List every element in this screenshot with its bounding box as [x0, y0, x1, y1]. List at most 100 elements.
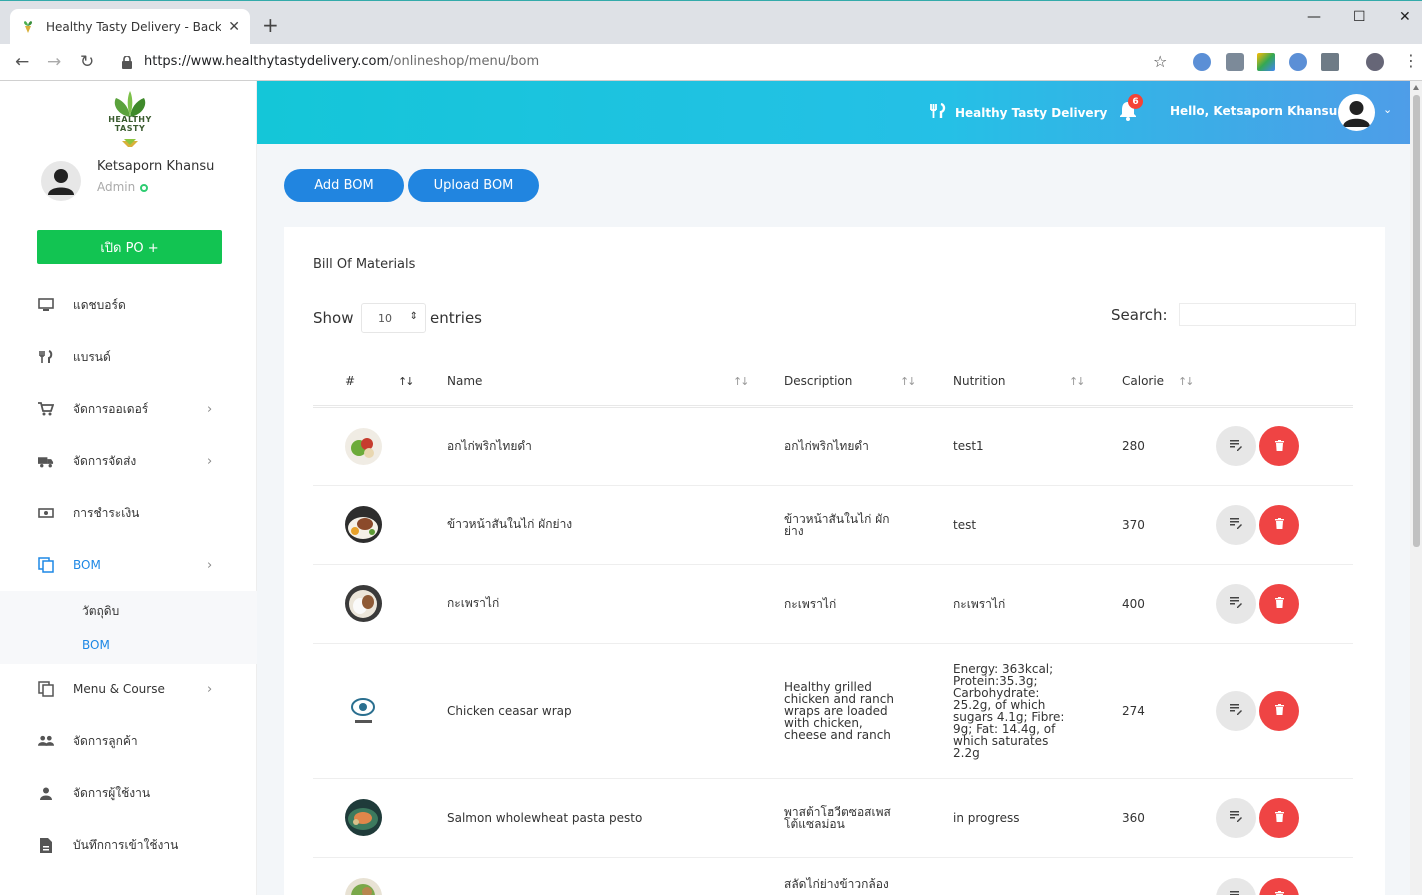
add-bom-button[interactable]: Add BOM — [284, 169, 404, 202]
open-po-button[interactable]: เปิด PO + — [37, 230, 222, 264]
sidebar-avatar[interactable] — [41, 161, 81, 201]
sidebar-user-name: Ketsaporn Khansu — [97, 159, 215, 174]
new-tab-icon[interactable]: + — [262, 15, 279, 35]
sort-icon: ↑↓ — [1178, 375, 1195, 388]
sidebar-item-shipping[interactable]: จัดการจัดส่ง › — [0, 435, 257, 487]
delete-button[interactable] — [1259, 690, 1299, 731]
cell-calorie: 360 — [1093, 778, 1200, 858]
cell-nutrition: test — [924, 485, 1093, 565]
dish-thumbnail[interactable] — [345, 877, 382, 895]
google-drive-icon[interactable] — [1257, 53, 1275, 71]
sidebar-item-menu-course[interactable]: Menu & Course › — [0, 663, 257, 715]
forward-icon[interactable]: → — [47, 52, 61, 72]
edit-button[interactable] — [1216, 797, 1256, 838]
profile-icon[interactable] — [1366, 53, 1384, 71]
edit-button[interactable] — [1216, 877, 1256, 895]
col-header-label: # — [345, 373, 356, 388]
online-status-icon — [140, 183, 149, 192]
edit-button[interactable] — [1216, 583, 1256, 624]
search-input[interactable] — [1179, 303, 1356, 326]
header-brand[interactable]: Healthy Tasty Delivery — [929, 102, 1107, 122]
site-favicon-icon — [20, 19, 36, 35]
reload-icon[interactable]: ↻ — [80, 52, 94, 72]
dish-thumbnail[interactable] — [345, 427, 382, 465]
col-header-description[interactable]: Description ↑↓ — [755, 355, 924, 408]
sidebar-item-access-log[interactable]: บันทึกการเข้าใช้งาน — [0, 819, 257, 871]
cart-icon — [38, 401, 54, 417]
dish-thumbnail[interactable] — [345, 692, 382, 729]
cell-description: ข้าวหน้าสันในไก่ ผักย่าง — [755, 485, 924, 565]
col-header-index[interactable]: # ↑↓ — [313, 355, 418, 408]
table-row: สลัดไก่ย่างข้าวกล้อง — [313, 857, 1353, 895]
top-header: Healthy Tasty Delivery 6 Hello, Ketsapor… — [257, 81, 1410, 144]
col-header-label: Calorie — [1122, 373, 1165, 388]
extension-icon[interactable] — [1193, 53, 1211, 71]
minimize-icon[interactable]: — — [1307, 9, 1321, 25]
chevron-right-icon: › — [207, 681, 213, 697]
submenu-item-ingredients[interactable]: วัตถุดิบ — [82, 602, 119, 621]
sort-icon: ↑↓ — [733, 375, 750, 388]
edit-button[interactable] — [1216, 690, 1256, 731]
cell-thumb — [313, 857, 418, 895]
delete-button[interactable] — [1259, 583, 1299, 624]
cell-name: กะเพราไก่ — [418, 564, 755, 644]
maximize-icon[interactable]: ☐ — [1353, 9, 1366, 25]
edit-button[interactable] — [1216, 426, 1256, 466]
col-header-calorie[interactable]: Calorie ↑↓ — [1093, 355, 1200, 408]
sidebar-item-brand[interactable]: แบรนด์ — [0, 331, 257, 383]
col-header-label: Description — [784, 373, 853, 388]
sidebar-item-label: แบรนด์ — [73, 349, 111, 364]
col-header-name[interactable]: Name ↑↓ — [418, 355, 755, 408]
window-close-icon[interactable]: ✕ — [1399, 9, 1411, 25]
sidebar-item-label: แดชบอร์ด — [73, 297, 126, 312]
dish-thumbnail[interactable] — [345, 799, 382, 836]
delete-button[interactable] — [1259, 797, 1299, 838]
sidebar-item-orders[interactable]: จัดการออเดอร์ › — [0, 383, 257, 435]
bom-submenu: วัตถุดิบ BOM — [0, 591, 257, 664]
delete-button[interactable] — [1259, 877, 1299, 895]
submenu-item-bom[interactable]: BOM — [82, 638, 110, 652]
bom-table: # ↑↓ Name ↑↓ Description ↑↓ Nutrition ↑↓ Cal… — [313, 355, 1353, 895]
bookmark-star-icon[interactable]: ☆ — [1153, 52, 1167, 71]
cell-calorie: 400 — [1093, 564, 1200, 644]
user-menu-chevron-icon[interactable]: ⌄ — [1383, 103, 1392, 116]
url-field[interactable]: https://www.healthytastydelivery.com/onl… — [144, 54, 539, 69]
entries-select[interactable]: 10 ⇕ — [361, 303, 426, 333]
scrollbar-thumb[interactable] — [1413, 95, 1420, 547]
page-scrollbar[interactable] — [1410, 81, 1422, 895]
log-icon — [38, 837, 54, 853]
cell-description: สลัดไก่ย่างข้าวกล้อง — [755, 857, 924, 895]
sidebar-item-bom[interactable]: BOM › — [0, 539, 257, 591]
trash-icon — [1274, 517, 1284, 532]
browser-menu-icon[interactable]: ⋮ — [1403, 51, 1419, 70]
cell-name: ข้าวหน้าสันในไก่ ผักย่าง — [418, 485, 755, 565]
cell-name: Salmon wholewheat pasta pesto — [418, 778, 755, 858]
dish-thumbnail[interactable] — [345, 585, 382, 622]
header-avatar[interactable] — [1338, 94, 1375, 131]
delete-button[interactable] — [1259, 504, 1299, 545]
edit-button[interactable] — [1216, 504, 1256, 545]
sort-asc-icon: ↑↓ — [398, 375, 415, 388]
browser-tab[interactable]: Healthy Tasty Delivery - Backend ✕ — [10, 9, 250, 45]
sidebar-item-customers[interactable]: จัดการลูกค้า — [0, 715, 257, 767]
header-greeting: Hello, Ketsaporn Khansu ! — [1170, 104, 1347, 118]
upload-bom-button[interactable]: Upload BOM — [408, 169, 539, 202]
url-path: /onlineshop/menu/bom — [389, 54, 540, 69]
table-row: Chicken ceasar wrap Healthy grilled chic… — [313, 643, 1353, 779]
delete-button[interactable] — [1259, 426, 1299, 466]
show-label: Show — [313, 309, 354, 327]
sidebar-item-payment[interactable]: การชำระเงิน — [0, 487, 257, 539]
vue-devtools-icon[interactable] — [1321, 53, 1339, 71]
col-header-nutrition[interactable]: Nutrition ↑↓ — [924, 355, 1093, 408]
cell-thumb — [313, 406, 418, 486]
copy-icon — [38, 681, 54, 697]
dish-thumbnail[interactable] — [345, 506, 382, 543]
scroll-up-icon[interactable] — [1413, 85, 1419, 90]
sidebar-item-users[interactable]: จัดการผู้ใช้งาน — [0, 767, 257, 819]
extension-icon-2[interactable] — [1289, 53, 1307, 71]
sidebar-item-dashboard[interactable]: แดชบอร์ด — [0, 279, 257, 331]
tab-close-icon[interactable]: ✕ — [228, 19, 240, 35]
cell-actions — [1200, 564, 1353, 644]
eyedropper-extension-icon[interactable] — [1226, 53, 1244, 71]
back-icon[interactable]: ← — [15, 52, 29, 72]
